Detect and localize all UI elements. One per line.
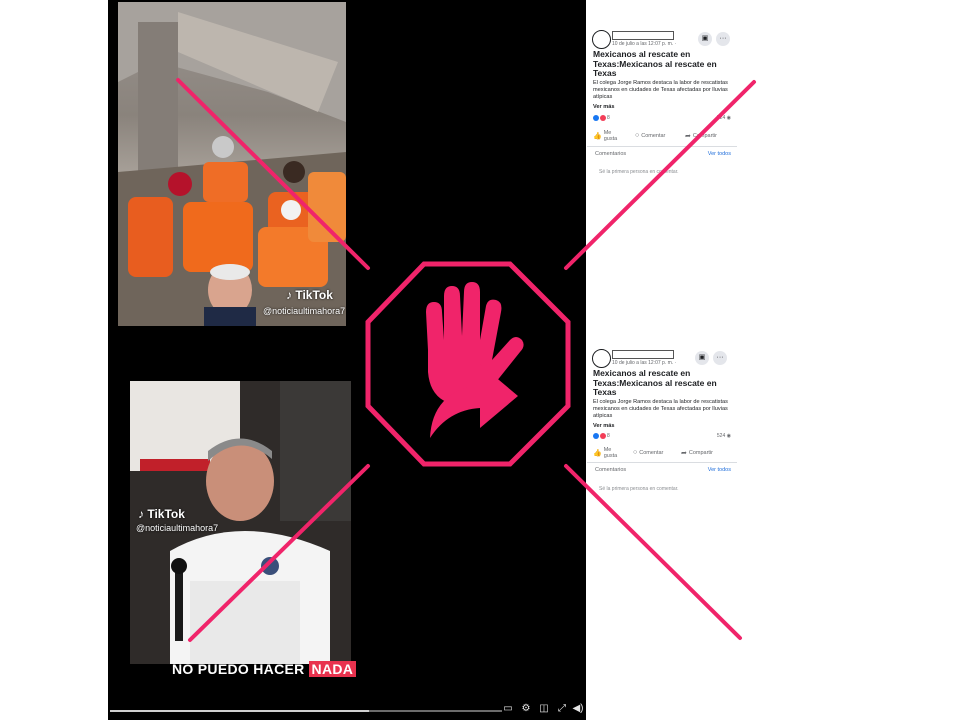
tiktok-label: TikTok	[147, 507, 185, 521]
comment-label: Comentar	[641, 132, 666, 139]
reaction-count: 8	[607, 115, 610, 121]
like-label: Me gusta	[603, 447, 618, 459]
tiktok-watermark-top: ♪ TikTok	[286, 288, 333, 302]
caption-text: NO PUEDO HACER	[172, 661, 305, 677]
fullscreen-icon[interactable]: ⤢	[556, 703, 568, 715]
pip-icon[interactable]: ◫	[538, 703, 550, 715]
thumbs-up-icon: 👍	[593, 450, 602, 457]
tiktok-handle-top: @noticiaultimahora7	[263, 306, 346, 316]
comment-button[interactable]: ○ Comentar	[635, 132, 665, 139]
comments-header: Comentarios	[595, 151, 627, 157]
love-reaction-icon	[600, 115, 606, 121]
progress-fill	[110, 710, 369, 712]
like-button[interactable]: 👍 Me gusta	[593, 447, 624, 459]
comments-header: Comentarios	[595, 467, 627, 473]
tiktok-label: TikTok	[295, 288, 333, 302]
more-options-icon[interactable]: ···	[713, 351, 727, 365]
gear-icon[interactable]: ⚙	[520, 703, 532, 715]
volume-icon[interactable]: ◀)	[572, 703, 584, 715]
tiktok-icon: ♪	[138, 507, 144, 521]
comment-button[interactable]: ○ Comentar	[633, 449, 663, 456]
like-button[interactable]: 👍 Me gusta	[593, 130, 624, 142]
divider	[587, 146, 737, 147]
post-timestamp[interactable]: 10 de julio a las 12:07 p. m. ·	[612, 41, 676, 47]
captions-icon[interactable]: ▭	[502, 703, 514, 715]
tiktok-icon: ♪	[286, 288, 292, 302]
save-icon[interactable]: ▣	[695, 351, 709, 365]
share-button[interactable]: ➦ Compartir	[685, 132, 717, 140]
like-reaction-icon	[593, 115, 599, 121]
reactions[interactable]: 8	[593, 433, 610, 439]
view-count: 524 ◉	[717, 433, 731, 439]
video-controls: ▭ ⚙ ◫ ⤢ ◀)	[108, 700, 586, 720]
like-reaction-icon	[593, 433, 599, 439]
views-value: 524	[716, 115, 726, 121]
love-reaction-icon	[600, 433, 606, 439]
first-comment-prompt: Sé la primera persona en comentar.	[599, 486, 679, 492]
see-more-link[interactable]: Ver más	[593, 104, 614, 110]
post-body: El colega Jorge Ramos destaca la labor d…	[593, 399, 728, 419]
tiktok-handle-bottom: @noticiaultimahora7	[136, 523, 219, 533]
eye-icon: ◉	[726, 115, 731, 121]
share-icon: ➦	[685, 133, 691, 140]
comment-icon: ○	[635, 132, 640, 139]
post-timestamp[interactable]: 10 de julio a las 12:07 p. m. ·	[612, 360, 676, 366]
thumbs-up-icon: 👍	[593, 133, 602, 140]
avatar[interactable]	[592, 349, 611, 368]
share-button[interactable]: ➦ Compartir	[681, 449, 713, 457]
video-caption: NO PUEDO HACER NADA	[172, 660, 357, 678]
press-conference-image: ♪ TikTok @noticiaultimahora7	[130, 381, 351, 664]
like-label: Me gusta	[603, 130, 618, 142]
share-icon: ➦	[681, 450, 687, 457]
caption-highlight: NADA	[308, 661, 357, 677]
progress-bar[interactable]	[110, 710, 502, 712]
redacted-name	[612, 31, 674, 40]
reactions[interactable]: 8	[593, 115, 610, 121]
reaction-count: 8	[607, 433, 610, 439]
post-title: Mexicanos al rescate en Texas:Mexicanos …	[593, 49, 717, 78]
post-body: El colega Jorge Ramos destaca la labor d…	[593, 80, 728, 100]
view-count: 524 ◉	[717, 115, 731, 121]
see-more-link[interactable]: Ver más	[593, 423, 614, 429]
comment-label: Comentar	[639, 449, 664, 456]
save-icon[interactable]: ▣	[698, 32, 712, 46]
see-all-link[interactable]: Ver todos	[708, 467, 731, 473]
facebook-post-1: 10 de julio a las 12:07 p. m. · ▣ ··· Me…	[587, 24, 737, 314]
facebook-post-2: 10 de julio a las 12:07 p. m. · ▣ ··· Me…	[587, 341, 737, 521]
eye-icon: ◉	[726, 433, 731, 439]
views-value: 524	[716, 433, 726, 439]
see-all-link[interactable]: Ver todos	[708, 151, 731, 157]
rescue-workers-image: ♪ TikTok @noticiaultimahora7	[118, 2, 346, 326]
first-comment-prompt: Sé la primera persona en comentar.	[599, 169, 679, 175]
share-label: Compartir	[692, 133, 718, 139]
divider	[587, 462, 737, 463]
post-title: Mexicanos al rescate en Texas:Mexicanos …	[593, 368, 717, 397]
redacted-name	[612, 350, 674, 359]
more-options-icon[interactable]: ···	[716, 32, 730, 46]
share-label: Compartir	[688, 450, 714, 456]
comment-icon: ○	[633, 449, 638, 456]
tiktok-watermark-bottom: ♪ TikTok	[138, 507, 185, 521]
avatar[interactable]	[592, 30, 611, 49]
